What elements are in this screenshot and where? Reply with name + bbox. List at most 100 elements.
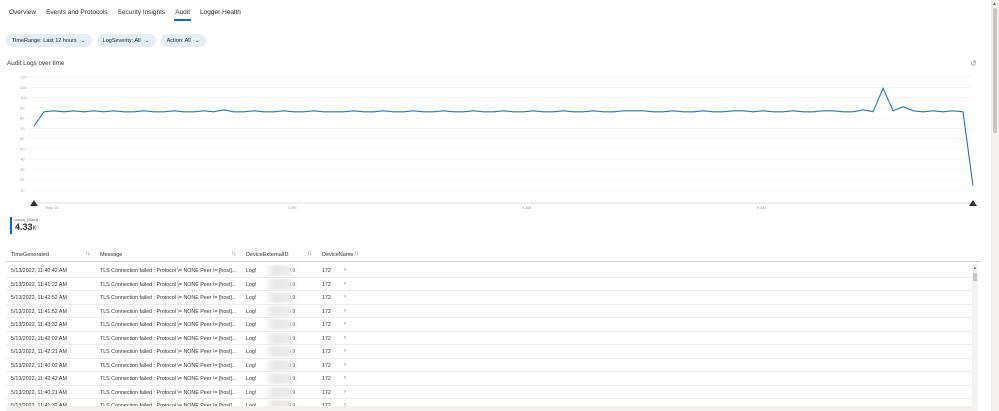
- chevron-right-icon[interactable]: ›: [344, 375, 346, 381]
- scroll-up-icon[interactable]: ▲: [992, 1, 997, 7]
- cell-time-generated: 5/13/2022, 11:40:42 AM: [11, 268, 67, 274]
- x-tick-label: May 13: [45, 205, 59, 210]
- cell-device-external-id: Log!: [246, 268, 257, 274]
- table-header: TimeGenerated ↑↓ Message ↑↓ DeviceExtern…: [6, 248, 980, 262]
- redacted-region: [264, 346, 298, 357]
- cell-time-generated: 5/13/2022, 11:42:21 AM: [11, 349, 67, 355]
- sort-icon[interactable]: ↑↓: [307, 251, 312, 257]
- table-row[interactable]: 5/13/2022, 11:41:52 AM TLS Connection fai…: [6, 305, 972, 318]
- cell-time-generated: 5/13/2022, 11:42:02 AM: [11, 335, 67, 342]
- chart-legend[interactable]: count_(Sum) 4.33K: [10, 217, 38, 234]
- chevron-down-icon: ⌄: [80, 37, 86, 44]
- column-header-devicename[interactable]: DeviceName: [322, 252, 353, 258]
- table-row[interactable]: 5/13/2022, 11:40:21 AM TLS Connection fai…: [6, 386, 972, 399]
- redacted-region: [264, 386, 298, 398]
- cell-device-external-id: Log!: [246, 281, 257, 288]
- redacted-region: [264, 373, 298, 384]
- cell-message: TLS Connection failed : Protocol \= NONE…: [100, 295, 237, 301]
- column-header-deviceexternalid[interactable]: DeviceExternalID: [246, 252, 289, 258]
- cell-device-external-id: Log!: [246, 362, 257, 369]
- chevron-right-icon[interactable]: ›: [344, 348, 346, 354]
- cell-message: TLS Connection failed : Protocol \= NONE…: [100, 322, 237, 328]
- chevron-down-icon: ⌄: [144, 37, 150, 44]
- cell-message: TLS Connection failed : Protocol \= NONE…: [100, 389, 237, 396]
- cell-device-external-id: Log!: [246, 308, 257, 315]
- table-row[interactable]: 5/13/2022, 11:43:42 AM TLS Connection fai…: [6, 372, 972, 386]
- table-row[interactable]: 5/13/2022, 11:41:22 AM TLS Connection fai…: [6, 278, 972, 291]
- x-tick-label: 9 AM: [757, 205, 766, 210]
- table-row[interactable]: 5/13/2022, 11:40:42 AM TLS Connection fai…: [6, 264, 972, 278]
- page-scrollbar[interactable]: ▲: [991, 0, 999, 411]
- column-header-message[interactable]: Message: [100, 252, 122, 258]
- table-row[interactable]: 5/13/2022, 11:42:52 AM TLS Connection fai…: [6, 291, 972, 305]
- tab-bar: Overview Events and Protocols Security I…: [0, 0, 990, 22]
- y-tick-label: 70: [20, 126, 25, 131]
- tab-audit[interactable]: Audit: [170, 0, 195, 22]
- redacted-region: [264, 292, 298, 303]
- x-tick-label: 3 AM: [288, 205, 297, 210]
- sort-icon[interactable]: ↑↓: [85, 251, 90, 257]
- cell-device-external-id: Log!: [246, 389, 257, 396]
- y-tick-label: 10: [20, 187, 25, 192]
- y-tick-label: 20: [20, 177, 25, 182]
- table-body: 5/13/2022, 11:40:42 AM TLS Connection fai…: [6, 264, 972, 411]
- cell-device-name: 172: [322, 389, 331, 396]
- cell-message: TLS Connection failed : Protocol \= NONE…: [100, 335, 237, 342]
- sort-icon[interactable]: ↑↓: [231, 251, 236, 257]
- chevron-right-icon[interactable]: ›: [344, 267, 346, 273]
- chevron-right-icon[interactable]: ›: [344, 362, 346, 368]
- history-icon[interactable]: ↺: [970, 59, 977, 68]
- cell-time-generated: 5/13/2022, 11:43:32 AM: [11, 322, 67, 328]
- cell-device-name: 172: [322, 281, 331, 288]
- cell-device-name: 172: [322, 335, 331, 342]
- redacted-region: [264, 359, 298, 371]
- y-tick-label: 80: [20, 116, 25, 121]
- legend-series-value: 4.33K: [15, 222, 37, 232]
- cell-message: TLS Connection failed : Protocol \= NONE…: [100, 376, 237, 382]
- table-row[interactable]: 5/13/2022, 11:43:32 AM TLS Connection fai…: [6, 318, 972, 332]
- y-tick-label: 110: [20, 85, 27, 90]
- logseverity-filter-label: LogSeverity: All: [102, 37, 141, 44]
- table-row[interactable]: 5/13/2022, 11:40:02 AM TLS Connection fai…: [6, 359, 972, 372]
- y-tick-label: 90: [20, 105, 25, 110]
- chart-title: Audit Logs over time: [7, 60, 65, 67]
- chevron-right-icon[interactable]: ›: [344, 308, 346, 314]
- chevron-right-icon[interactable]: ›: [344, 321, 346, 327]
- tab-logger-health[interactable]: Logger Health: [195, 0, 246, 22]
- chevron-right-icon[interactable]: ›: [344, 335, 346, 341]
- cell-device-external-id: Log!: [246, 376, 257, 382]
- y-tick-label: 60: [20, 136, 25, 141]
- cell-device-name: 172: [322, 362, 331, 369]
- column-header-timegenerated[interactable]: TimeGenerated: [11, 252, 49, 258]
- action-filter[interactable]: Action: All ⌄: [160, 34, 206, 47]
- table-horizontal-scrollbar[interactable]: [6, 406, 972, 411]
- redacted-region: [264, 278, 298, 290]
- cell-time-generated: 5/13/2022, 11:41:22 AM: [11, 281, 67, 288]
- tab-events-and-protocols[interactable]: Events and Protocols: [41, 0, 112, 22]
- cell-time-generated: 5/13/2022, 11:40:21 AM: [11, 389, 67, 396]
- chevron-right-icon[interactable]: ›: [344, 389, 346, 395]
- scrollbar-thumb[interactable]: [993, 8, 997, 133]
- y-tick-label: 50: [20, 146, 25, 151]
- tab-security-insights[interactable]: Security Insights: [113, 0, 171, 22]
- cell-message: TLS Connection failed : Protocol \= NONE…: [100, 349, 237, 355]
- scroll-up-icon[interactable]: ▲: [973, 265, 977, 270]
- audit-line-chart[interactable]: 120 110 100 90 80 70 60 50 40 30 20 10 May 13 3 AM 6 A…: [0, 68, 990, 216]
- cell-device-name: 172: [322, 376, 331, 382]
- tab-overview[interactable]: Overview: [4, 0, 41, 22]
- table-row[interactable]: 5/13/2022, 11:42:02 AM TLS Connection fai…: [6, 332, 972, 345]
- redacted-region: [264, 265, 298, 276]
- cell-time-generated: 5/13/2022, 11:43:42 AM: [11, 376, 67, 382]
- chevron-right-icon[interactable]: ›: [344, 281, 346, 287]
- logseverity-filter[interactable]: LogSeverity: All ⌄: [96, 34, 156, 47]
- scrollbar-thumb[interactable]: [973, 273, 977, 281]
- sort-icon[interactable]: ↑↓: [354, 251, 359, 257]
- table-row[interactable]: 5/13/2022, 11:42:21 AM TLS Connection fai…: [6, 345, 972, 359]
- timerange-filter[interactable]: TimeRange: Last 12 hours ⌄: [6, 34, 92, 47]
- chevron-right-icon[interactable]: ›: [344, 294, 346, 300]
- table-scrollbar[interactable]: ▲: [972, 264, 978, 411]
- redacted-region: [264, 332, 298, 344]
- cell-message: TLS Connection failed : Protocol \= NONE…: [100, 281, 237, 288]
- x-tick-label: 6 AM: [522, 205, 531, 210]
- filter-bar: TimeRange: Last 12 hours ⌄ LogSeverity: …: [6, 34, 206, 47]
